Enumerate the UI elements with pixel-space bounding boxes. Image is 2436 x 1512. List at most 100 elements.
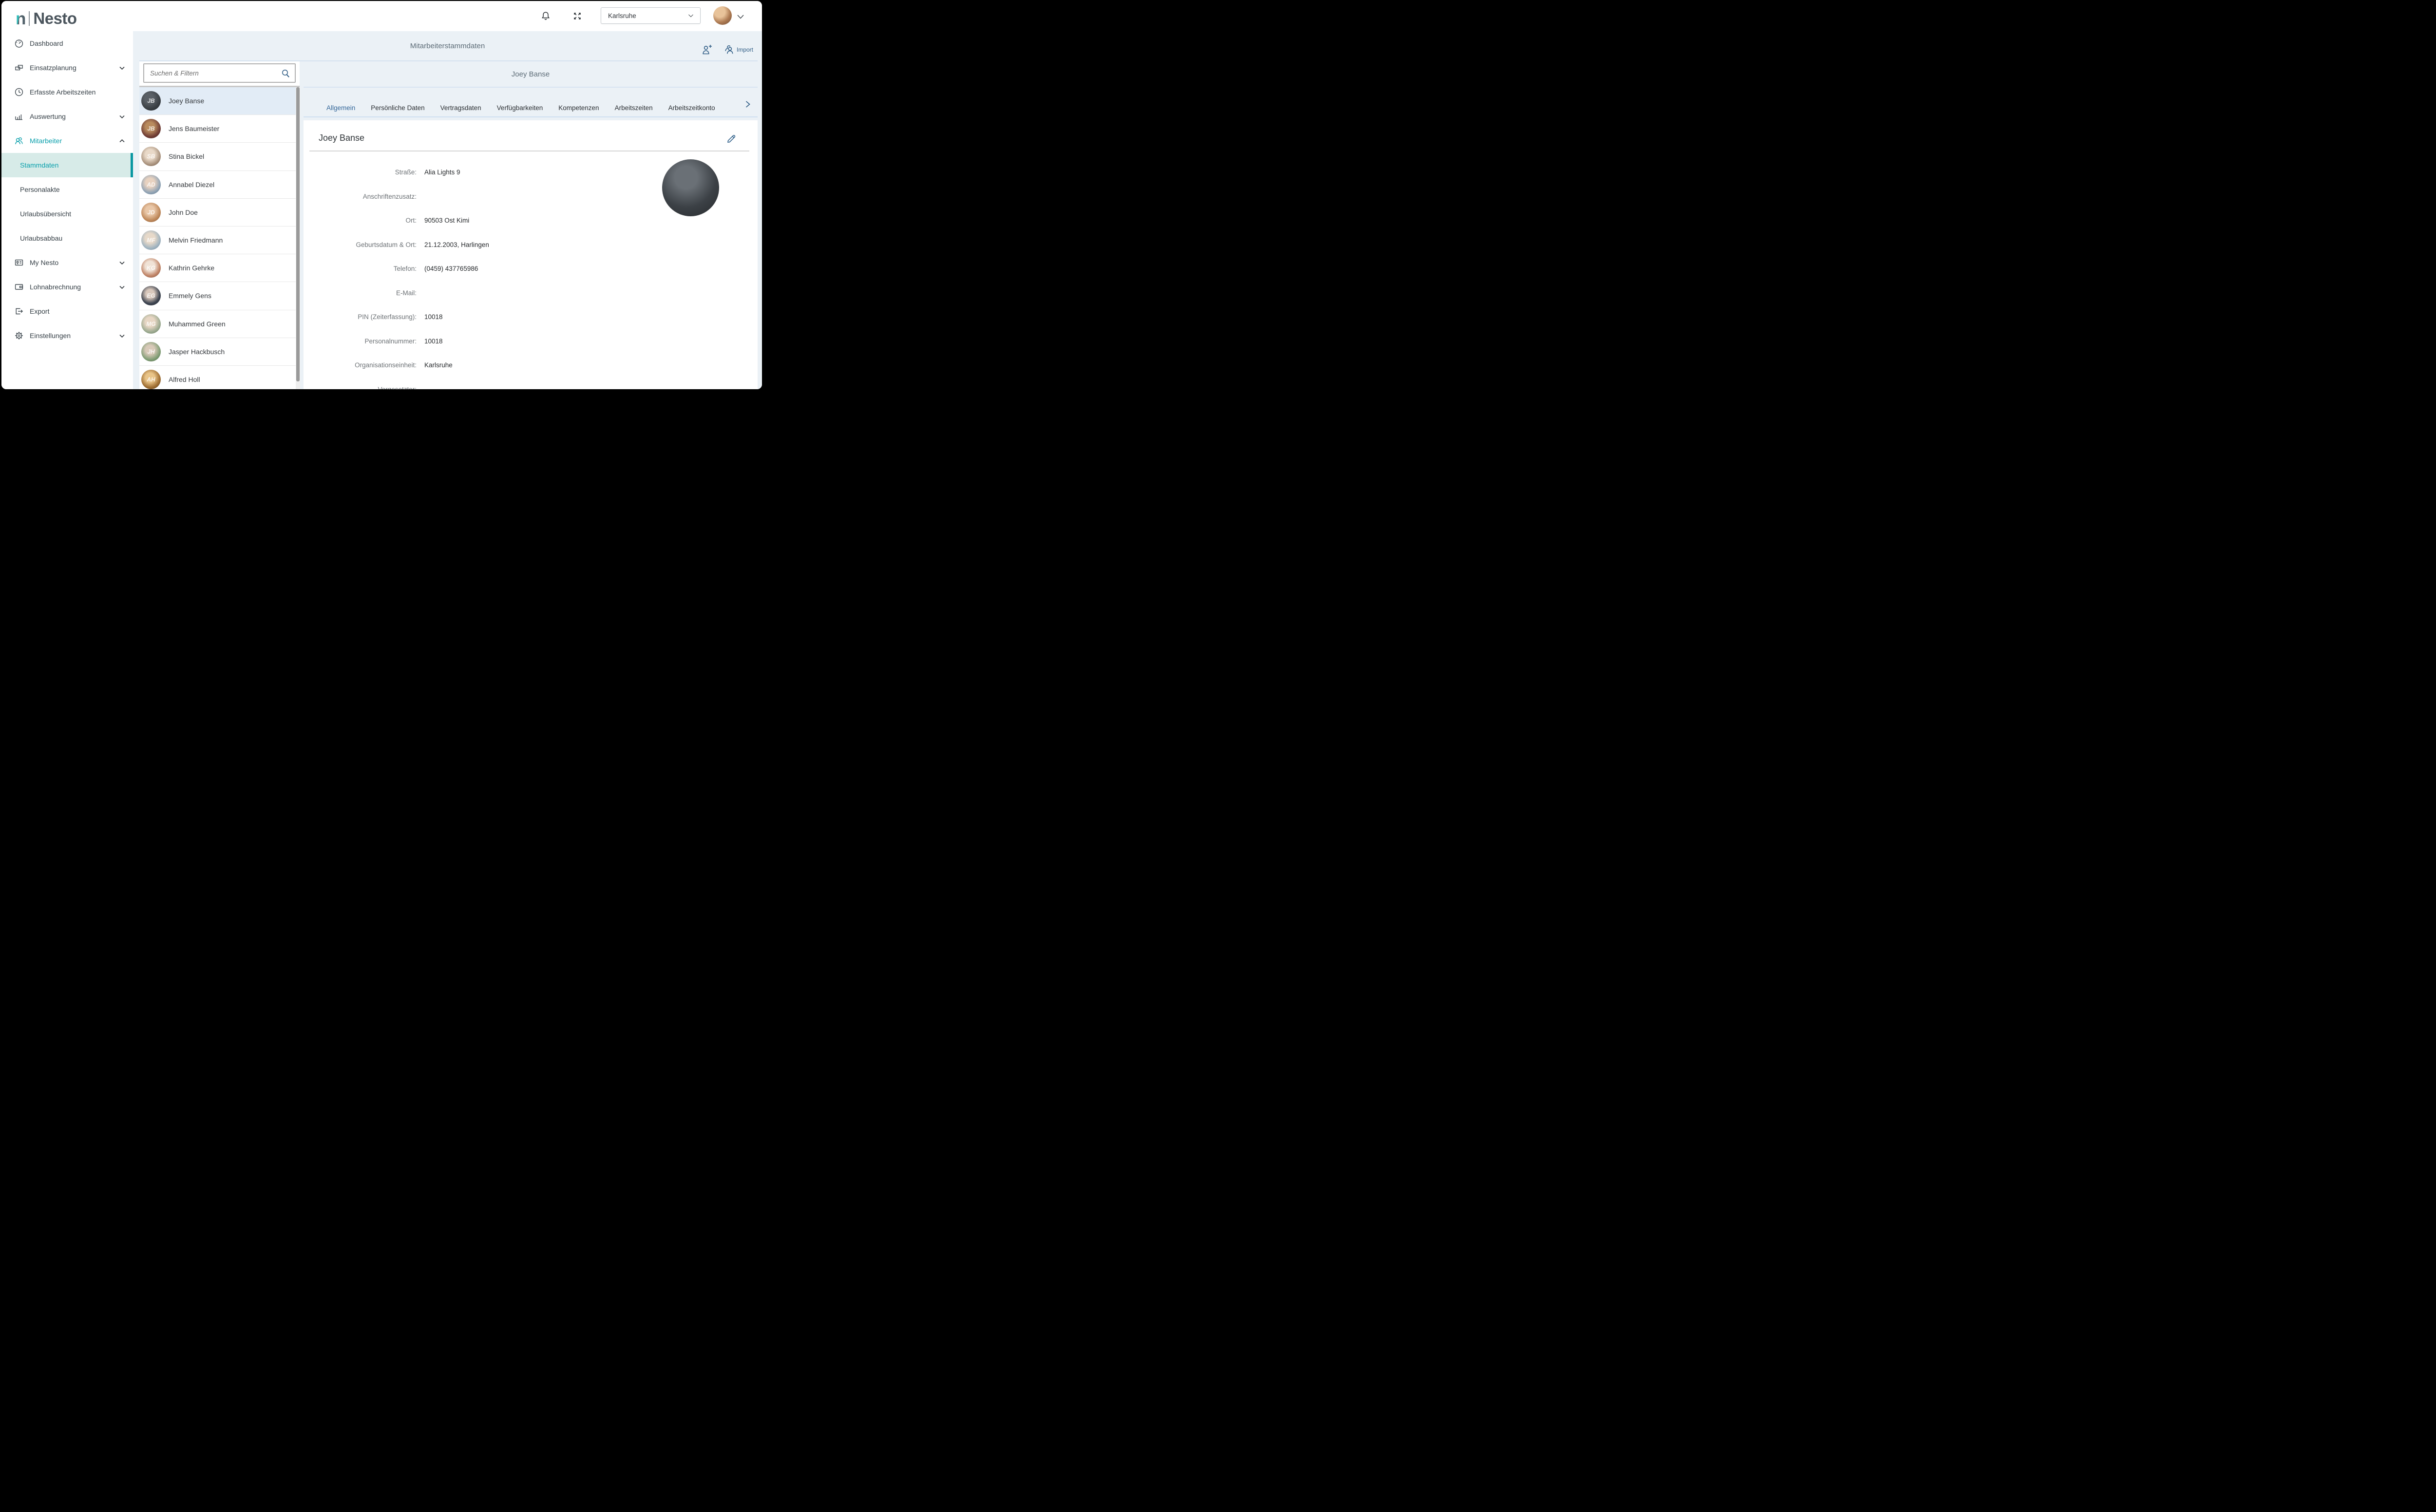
list-item[interactable]: AH Alfred Holl xyxy=(139,366,300,389)
card-heading: Joey Banse xyxy=(319,133,364,143)
add-employee-icon[interactable] xyxy=(701,43,713,56)
tab-allgemein[interactable]: Allgemein xyxy=(326,104,355,112)
field-row-vorgesetzter: Vorgesetzter: xyxy=(309,378,650,390)
field-label: PIN (Zeiterfassung): xyxy=(309,313,417,321)
avatar: AH xyxy=(141,370,161,389)
field-row-telefon: Telefon: (0459) 437765986 xyxy=(309,257,650,281)
detail-card: Joey Banse Straße: Alia Lights 9 Anschri… xyxy=(304,120,758,389)
search-box xyxy=(143,63,296,83)
sidebar-item-auswertung[interactable]: Auswertung xyxy=(1,104,133,129)
field-value: 90503 Ost Kimi xyxy=(424,217,469,224)
chevron-up-icon xyxy=(119,138,125,144)
tab-kompetenzen[interactable]: Kompetenzen xyxy=(558,104,599,112)
nesto-logo-text: Nesto xyxy=(33,9,76,28)
avatar: MF xyxy=(141,230,161,250)
list-item[interactable]: MF Melvin Friedmann xyxy=(139,227,300,254)
field-row-geburtsdatum: Geburtsdatum & Ort: 21.12.2003, Harlinge… xyxy=(309,233,650,257)
sidebar-item-lohnabrechnung[interactable]: Lohnabrechnung xyxy=(1,275,133,299)
dashboard-icon xyxy=(14,38,24,48)
planning-icon xyxy=(14,63,24,73)
list-item[interactable]: JB Joey Banse xyxy=(139,87,300,115)
sidebar-item-erfasste-arbeitszeiten[interactable]: Erfasste Arbeitszeiten xyxy=(1,80,133,104)
sidebar-item-mitarbeiter[interactable]: Mitarbeiter xyxy=(1,129,133,153)
field-row-anschriftenzusatz: Anschriftenzusatz: xyxy=(309,185,650,209)
list-scrollbar-thumb[interactable] xyxy=(296,87,300,381)
list-item[interactable]: SB Stina Bickel xyxy=(139,143,300,170)
header-actions: Import xyxy=(701,42,753,57)
wallet-icon xyxy=(14,282,24,292)
avatar: EG xyxy=(141,286,161,305)
employee-name: Annabel Diezel xyxy=(169,181,214,189)
sidebar-item-label: Einstellungen xyxy=(30,332,71,340)
employee-name: Kathrin Gehrke xyxy=(169,264,214,272)
list-scrollbar xyxy=(296,87,300,389)
tabs-overflow-chevron-icon[interactable] xyxy=(744,100,752,109)
sidebar-subitem-personalakte[interactable]: Personalakte xyxy=(1,177,133,202)
sidebar-nav: Dashboard Einsatzplanung Erfasste Arbeit… xyxy=(1,31,133,348)
app-window: n Nesto Dashboard Einsatzplanung xyxy=(1,1,762,389)
list-item[interactable]: JB Jens Baumeister xyxy=(139,115,300,143)
export-icon xyxy=(14,306,24,316)
sidebar-subitem-urlaubsuebersicht[interactable]: Urlaubsübersicht xyxy=(1,202,133,226)
field-row-ort: Ort: 90503 Ost Kimi xyxy=(309,208,650,233)
chevron-down-icon xyxy=(119,65,125,71)
sidebar-subitem-urlaubsabbau[interactable]: Urlaubsabbau xyxy=(1,226,133,250)
sidebar-item-dashboard[interactable]: Dashboard xyxy=(1,31,133,56)
user-menu-chevron-icon[interactable] xyxy=(736,13,745,20)
field-label: Vorgesetzter: xyxy=(309,386,417,389)
nesto-logo-mark: n xyxy=(16,10,26,27)
sidebar-item-einsatzplanung[interactable]: Einsatzplanung xyxy=(1,56,133,80)
list-item[interactable]: EG Emmely Gens xyxy=(139,282,300,310)
field-value: 10018 xyxy=(424,338,443,345)
fullscreen-icon[interactable] xyxy=(572,11,583,21)
list-item[interactable]: KG Kathrin Gehrke xyxy=(139,254,300,282)
import-button[interactable]: Import xyxy=(723,44,753,56)
tab-arbeitszeiten[interactable]: Arbeitszeiten xyxy=(615,104,653,112)
location-selector-value: Karlsruhe xyxy=(608,12,687,19)
sidebar-item-my-nesto[interactable]: My Nesto xyxy=(1,250,133,275)
tab-list: Allgemein Persönliche Daten Vertragsdate… xyxy=(326,87,741,117)
avatar: AD xyxy=(141,175,161,194)
field-value: (0459) 437765986 xyxy=(424,265,478,272)
field-label: Straße: xyxy=(309,169,417,176)
tab-persoenliche-daten[interactable]: Persönliche Daten xyxy=(371,104,424,112)
field-list: Straße: Alia Lights 9 Anschriftenzusatz:… xyxy=(309,160,650,389)
screenshot-frame: n Nesto Dashboard Einsatzplanung xyxy=(0,0,764,393)
import-label: Import xyxy=(737,46,753,53)
field-row-organisationseinheit: Organisationseinheit: Karlsruhe xyxy=(309,353,650,378)
sidebar-item-einstellungen[interactable]: Einstellungen xyxy=(1,323,133,348)
tab-vertragsdaten[interactable]: Vertragsdaten xyxy=(440,104,481,112)
avatar: JB xyxy=(141,119,161,138)
field-row-pin: PIN (Zeiterfassung): 10018 xyxy=(309,305,650,329)
chevron-down-icon xyxy=(119,260,125,266)
page-title: Mitarbeiterstammdaten xyxy=(133,31,762,61)
field-value: 21.12.2003, Harlingen xyxy=(424,241,489,248)
selected-person-title: Joey Banse xyxy=(304,61,758,87)
field-row-personalnummer: Personalnummer: 10018 xyxy=(309,329,650,354)
tab-verfuegbarkeiten[interactable]: Verfügbarkeiten xyxy=(497,104,543,112)
avatar: JH xyxy=(141,342,161,361)
field-label: Geburtsdatum & Ort: xyxy=(309,241,417,248)
employee-photo xyxy=(662,159,719,216)
list-item[interactable]: AD Annabel Diezel xyxy=(139,171,300,199)
search-input[interactable] xyxy=(149,69,281,77)
people-icon xyxy=(14,136,24,146)
tab-arbeitszeitkonto[interactable]: Arbeitszeitkonto xyxy=(668,104,715,112)
list-item[interactable]: JH Jasper Hackbusch xyxy=(139,338,300,366)
search-icon[interactable] xyxy=(281,69,290,78)
notifications-bell-icon[interactable] xyxy=(540,11,551,21)
bar-chart-icon xyxy=(14,112,24,121)
employee-name: Jens Baumeister xyxy=(169,125,219,132)
field-value: Karlsruhe xyxy=(424,361,453,369)
field-value: 10018 xyxy=(424,313,443,321)
sidebar-item-export[interactable]: Export xyxy=(1,299,133,323)
sidebar-subitem-stammdaten[interactable]: Stammdaten xyxy=(1,153,133,177)
sidebar-item-label: Lohnabrechnung xyxy=(30,283,81,291)
id-badge-icon xyxy=(14,258,24,267)
list-item[interactable]: JD John Doe xyxy=(139,199,300,227)
edit-pencil-icon[interactable] xyxy=(725,133,737,145)
user-avatar[interactable] xyxy=(713,6,732,25)
list-item[interactable]: MG Muhammed Green xyxy=(139,310,300,338)
location-selector[interactable]: Karlsruhe xyxy=(601,7,701,24)
sidebar-subitem-label: Urlaubsübersicht xyxy=(20,210,71,218)
